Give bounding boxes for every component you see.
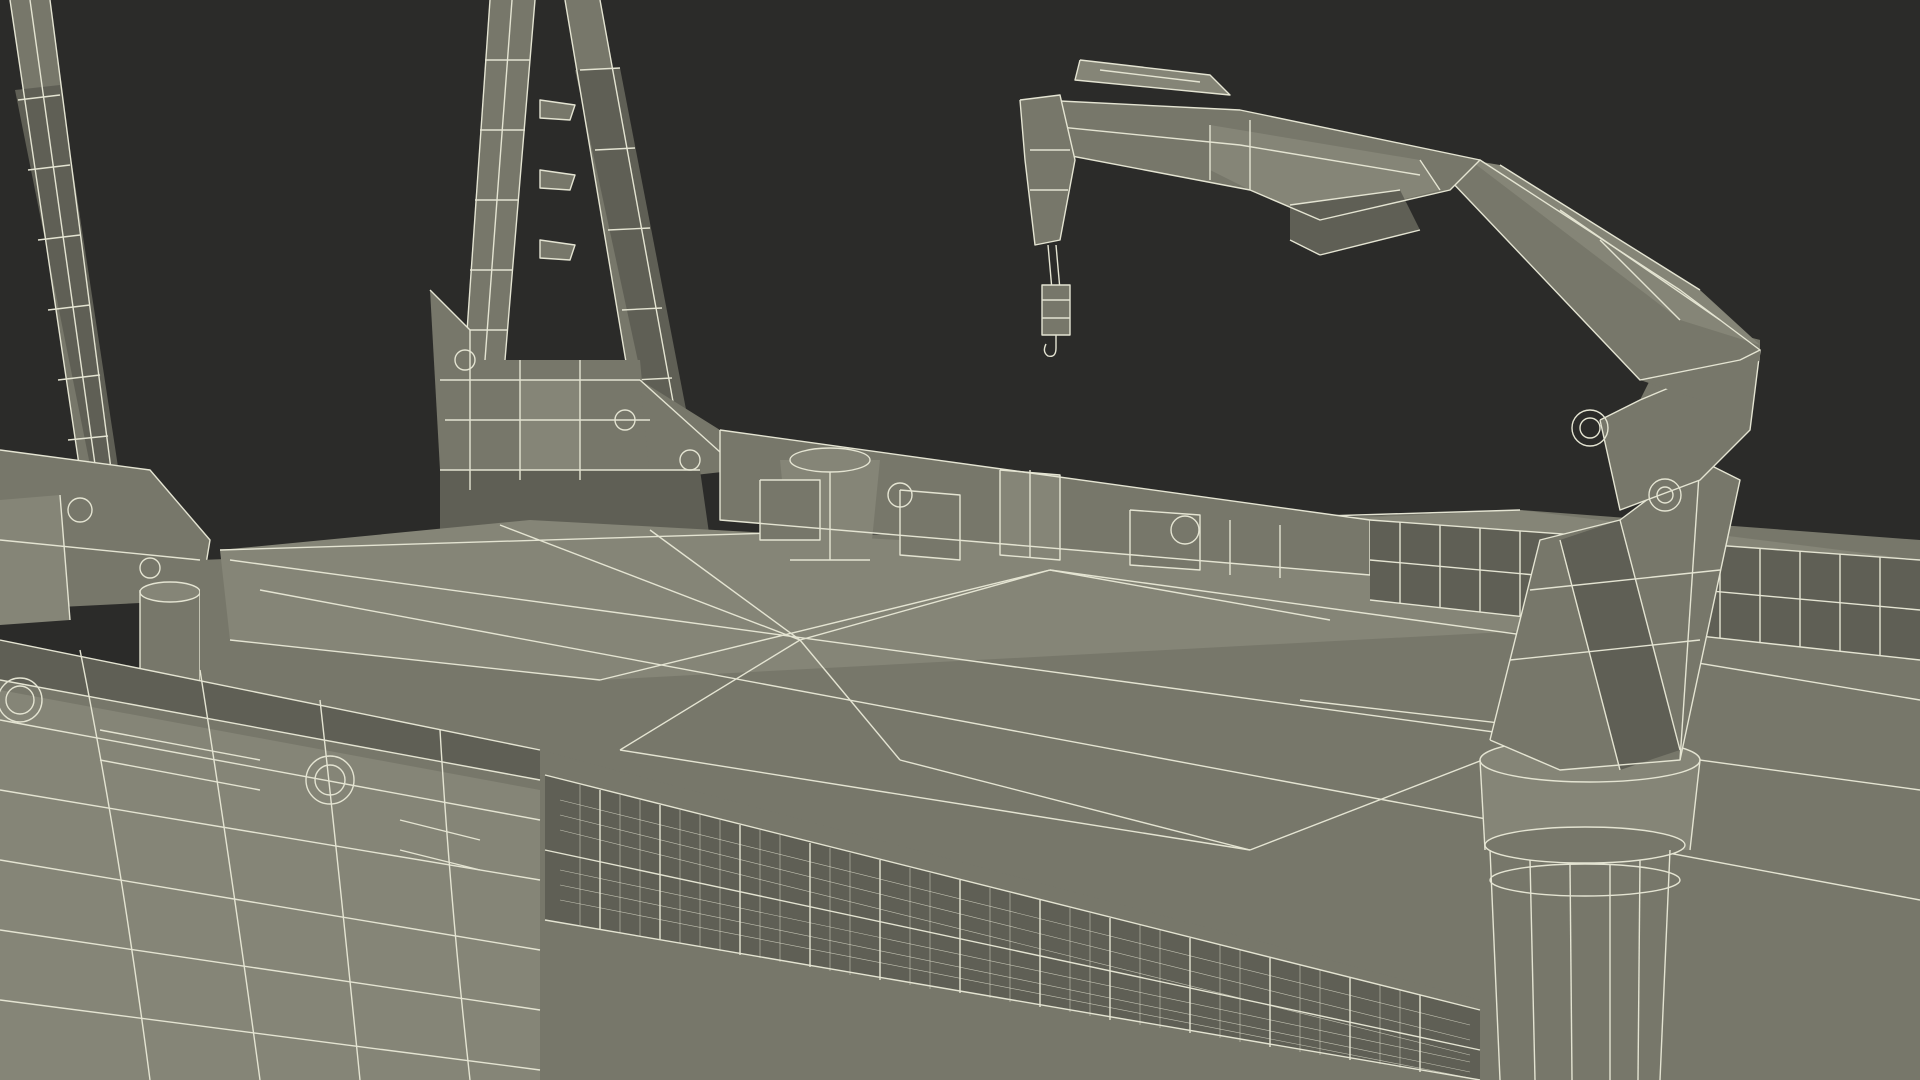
render-viewport: [0, 0, 1920, 1080]
wireframe-scene: [0, 0, 1920, 1080]
